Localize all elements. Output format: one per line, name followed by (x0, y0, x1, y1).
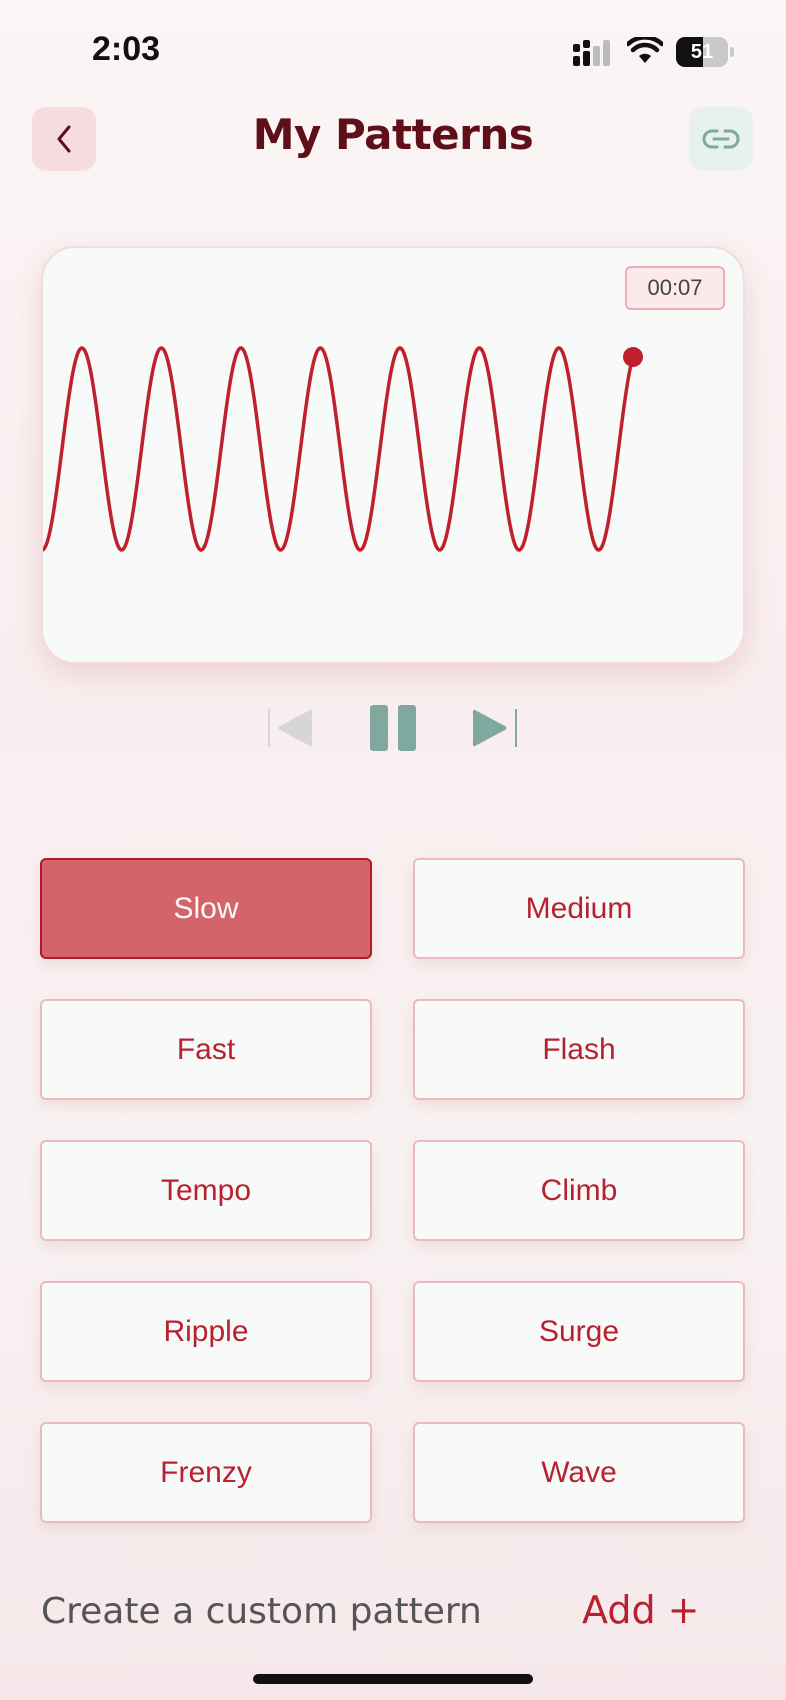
pattern-button-climb[interactable]: Climb (413, 1140, 745, 1241)
previous-button[interactable] (266, 700, 318, 756)
pattern-button-frenzy[interactable]: Frenzy (40, 1422, 372, 1523)
cellular-signal-icon (573, 40, 610, 66)
pattern-button-flash[interactable]: Flash (413, 999, 745, 1100)
wifi-icon (627, 37, 663, 63)
status-time: 2:03 (92, 30, 161, 68)
wave-preview-card: 00:07 (41, 246, 745, 664)
skip-forward-icon (473, 709, 517, 747)
skip-back-icon (268, 709, 312, 747)
wave-graph (43, 346, 643, 552)
timer-badge: 00:07 (625, 266, 725, 310)
pattern-button-ripple[interactable]: Ripple (40, 1281, 372, 1382)
link-button[interactable] (689, 107, 753, 171)
playback-controls (0, 700, 786, 756)
wave-playhead-dot (623, 346, 643, 367)
status-bar: 2:03 51 (0, 0, 786, 100)
link-icon (702, 129, 740, 149)
next-button[interactable] (466, 700, 520, 756)
pattern-button-fast[interactable]: Fast (40, 999, 372, 1100)
pattern-button-tempo[interactable]: Tempo (40, 1140, 372, 1241)
battery-icon: 51 (676, 37, 734, 67)
home-indicator (253, 1674, 533, 1684)
create-custom-pattern-label: Create a custom pattern (41, 1591, 482, 1632)
wave-line (43, 346, 635, 552)
add-pattern-button[interactable]: Add + (582, 1588, 700, 1632)
page-title: My Patterns (252, 110, 534, 159)
pattern-button-surge[interactable]: Surge (413, 1281, 745, 1382)
pattern-button-medium[interactable]: Medium (413, 858, 745, 959)
pattern-button-slow[interactable]: Slow (40, 858, 372, 959)
pause-button[interactable] (366, 700, 420, 756)
pattern-button-wave[interactable]: Wave (413, 1422, 745, 1523)
battery-level: 51 (690, 41, 714, 63)
pause-icon (370, 705, 416, 751)
